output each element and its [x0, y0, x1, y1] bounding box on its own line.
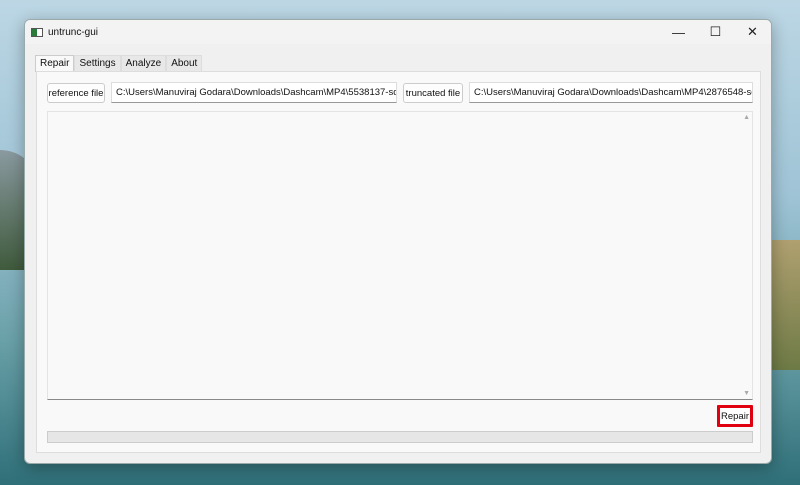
title-bar: untrunc-gui — ☐ ✕ [25, 20, 771, 44]
log-output[interactable]: ▲ ▼ [47, 111, 753, 400]
tab-settings[interactable]: Settings [74, 55, 121, 71]
close-button[interactable]: ✕ [734, 20, 771, 44]
app-icon [31, 27, 43, 37]
maximize-button[interactable]: ☐ [697, 20, 734, 44]
app-window: untrunc-gui — ☐ ✕ Repair Settings Analyz… [24, 19, 772, 464]
minimize-button[interactable]: — [660, 20, 697, 44]
repair-panel: reference file C:\Users\Manuviraj Godara… [36, 71, 761, 453]
scroll-down-icon[interactable]: ▼ [743, 390, 750, 397]
reference-file-button[interactable]: reference file [47, 83, 105, 103]
window-title: untrunc-gui [48, 26, 99, 38]
repair-button[interactable]: Repair [717, 405, 753, 427]
progress-bar [47, 431, 753, 443]
tab-repair[interactable]: Repair [35, 55, 75, 72]
tab-about[interactable]: About [166, 55, 203, 71]
tab-analyze[interactable]: Analyze [120, 55, 167, 71]
truncated-file-button[interactable]: truncated file [403, 83, 463, 103]
scroll-up-icon[interactable]: ▲ [743, 114, 750, 121]
truncated-path-field[interactable]: C:\Users\Manuviraj Godara\Downloads\Dash… [469, 82, 753, 103]
tab-bar: Repair Settings Analyze About [35, 55, 203, 72]
reference-path-field[interactable]: C:\Users\Manuviraj Godara\Downloads\Dash… [111, 82, 397, 103]
